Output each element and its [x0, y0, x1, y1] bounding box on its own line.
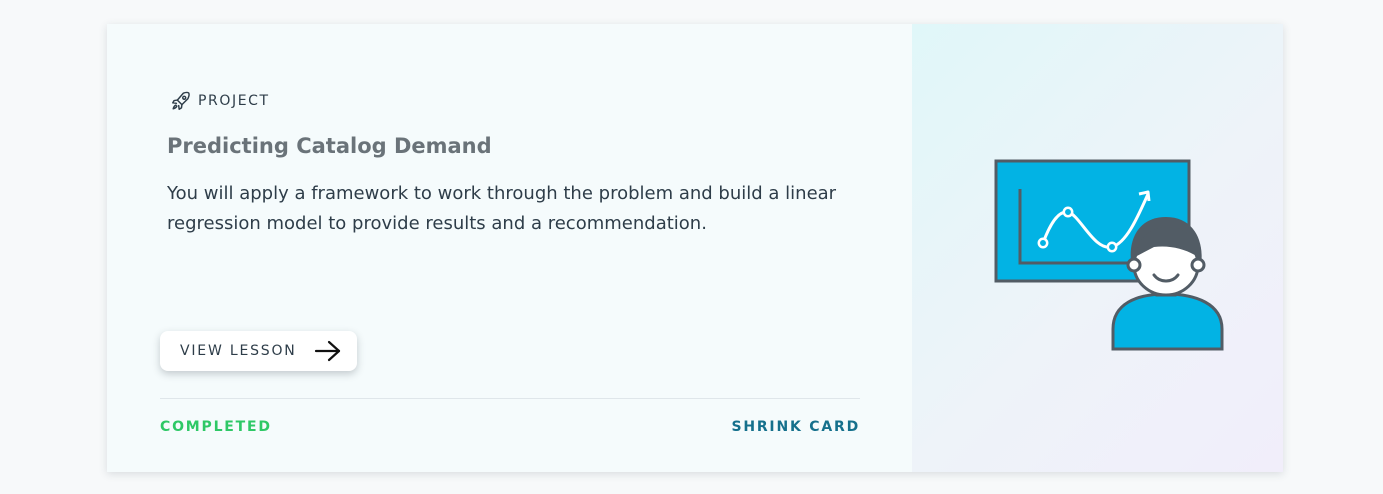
- card-type: PROJECT: [170, 90, 270, 112]
- status-completed: COMPLETED: [160, 419, 272, 435]
- card-content: PROJECT Predicting Catalog Demand You wi…: [107, 24, 912, 472]
- view-lesson-button[interactable]: VIEW LESSON: [160, 331, 357, 371]
- view-lesson-label: VIEW LESSON: [180, 343, 297, 359]
- card-illustration-panel: [912, 24, 1283, 472]
- card-title: Predicting Catalog Demand: [167, 134, 492, 158]
- footer-divider: [160, 398, 860, 399]
- rocket-icon: [172, 91, 190, 110]
- arrow-right-icon: [314, 340, 341, 362]
- presenter-with-chart-illustration: [994, 159, 1224, 351]
- shrink-card-button[interactable]: SHRINK CARD: [731, 419, 860, 435]
- project-card: PROJECT Predicting Catalog Demand You wi…: [107, 24, 1283, 472]
- card-description: You will apply a framework to work throu…: [167, 183, 837, 234]
- card-type-label: PROJECT: [198, 93, 270, 109]
